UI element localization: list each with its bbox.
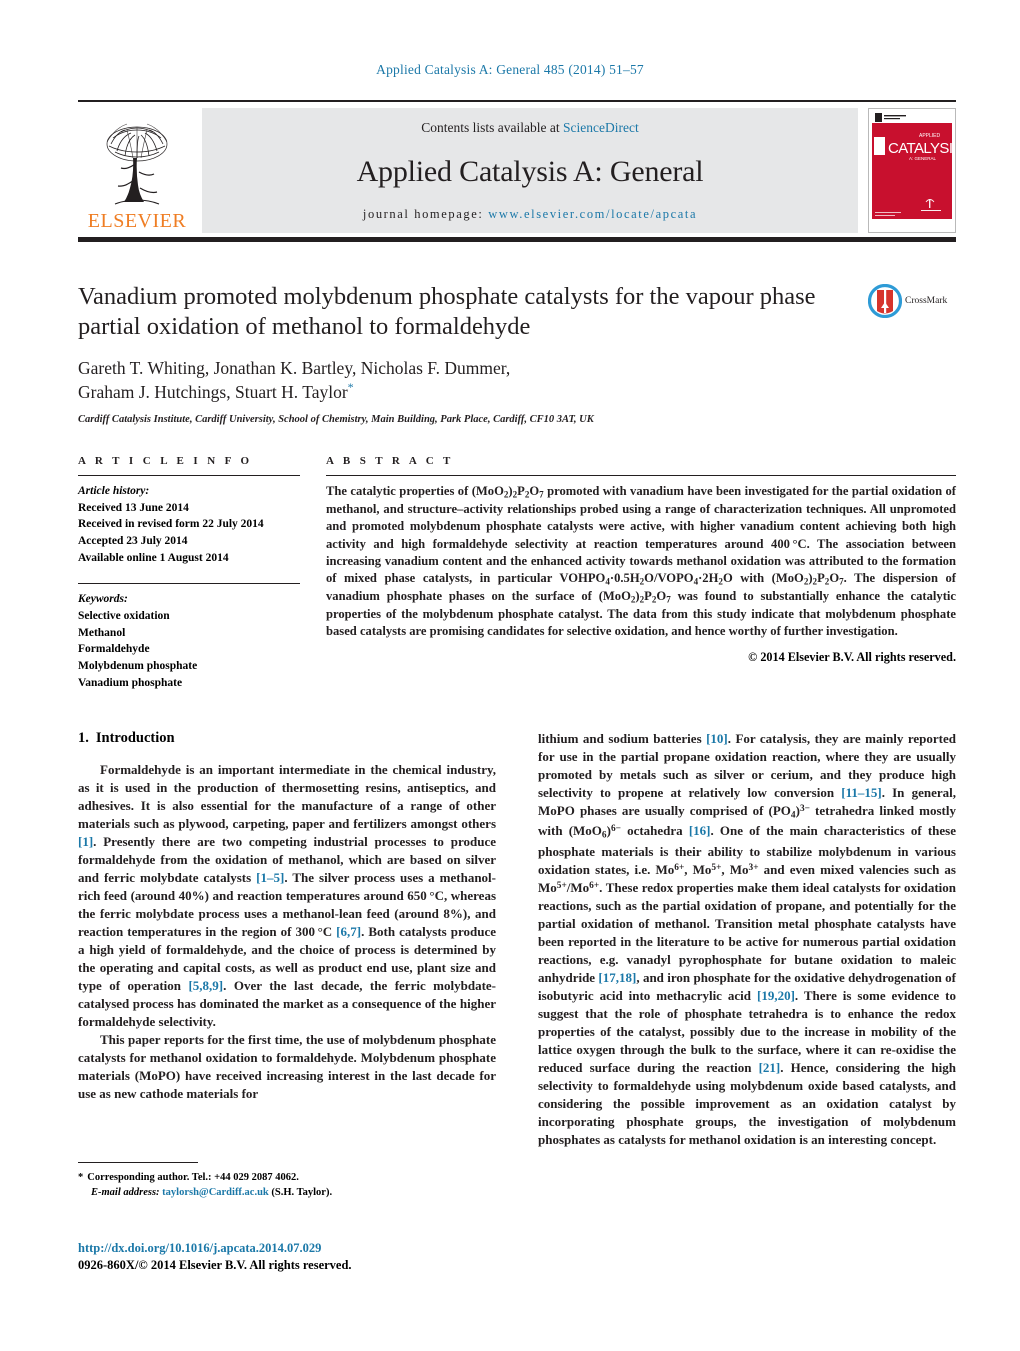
elsevier-wordmark: ELSEVIER bbox=[87, 210, 187, 232]
journal-cover-art: CATALYSIS APPLIED A: GENERAL bbox=[869, 109, 955, 232]
keyword-item: Formaldehyde bbox=[78, 643, 150, 656]
title-block: Vanadium promoted molybdenum phosphate c… bbox=[78, 282, 956, 425]
introduction-heading: 1. Introduction bbox=[78, 730, 496, 747]
history-item: Available online 1 August 2014 bbox=[78, 551, 229, 564]
svg-text:A: GENERAL: A: GENERAL bbox=[909, 156, 937, 161]
history-item: Received in revised form 22 July 2014 bbox=[78, 518, 264, 531]
article-info-rule-top bbox=[78, 475, 300, 476]
info-abstract-section: A R T I C L E I N F O Article history: R… bbox=[78, 455, 956, 691]
keyword-item: Molybdenum phosphate bbox=[78, 660, 198, 673]
keywords-title: Keywords: bbox=[78, 593, 128, 606]
article-page: Applied Catalysis A: General 485 (2014) … bbox=[0, 0, 1020, 1351]
citation-ref[interactable]: [10] bbox=[706, 731, 728, 746]
page-title: Vanadium promoted molybdenum phosphate c… bbox=[78, 283, 816, 340]
intro-paragraph-1: Formaldehyde is an important intermediat… bbox=[78, 762, 496, 1029]
citation-ref[interactable]: [21] bbox=[759, 1060, 781, 1075]
contents-prefix: Contents lists available at bbox=[421, 120, 563, 135]
abstract-column: A B S T R A C T The catalytic properties… bbox=[326, 455, 956, 691]
article-info-label: A R T I C L E I N F O bbox=[78, 455, 253, 467]
email-link[interactable]: taylorsh@Cardiff.ac.uk bbox=[162, 1187, 269, 1198]
abstract-text: The catalytic properties of (MoO2)2P2O7 … bbox=[326, 484, 956, 639]
history-item: Accepted 23 July 2014 bbox=[78, 535, 188, 548]
doi-link[interactable]: http://dx.doi.org/10.1016/j.apcata.2014.… bbox=[78, 1240, 508, 1257]
abstract-copyright: © 2014 Elsevier B.V. All rights reserved… bbox=[748, 649, 956, 664]
citation-ref[interactable]: [1–5] bbox=[256, 870, 284, 885]
email-owner: (S.H. Taylor). bbox=[271, 1187, 333, 1199]
corresponding-author-marker: * bbox=[347, 379, 354, 394]
crossmark-label: CrossMark bbox=[905, 296, 948, 306]
introduction-heading-title: Introduction bbox=[95, 730, 175, 746]
homepage-prefix: journal homepage: bbox=[362, 207, 489, 221]
abstract-rule-top bbox=[326, 475, 956, 476]
keyword-item: Methanol bbox=[78, 626, 126, 639]
citation-ref[interactable]: [6,7] bbox=[336, 924, 361, 939]
intro-paragraph-2: This paper reports for the first time, t… bbox=[78, 1032, 496, 1101]
abstract-label: A B S T R A C T bbox=[326, 455, 454, 467]
author-list: Gareth T. Whiting, Jonathan K. Bartley, … bbox=[78, 357, 956, 403]
elsevier-tree-icon bbox=[106, 123, 168, 205]
keyword-item: Vanadium phosphate bbox=[78, 676, 183, 689]
keywords-block: Keywords: Selective oxidation Methanol F… bbox=[78, 583, 300, 691]
email-label: E-mail address: bbox=[91, 1187, 160, 1199]
history-item: Received 13 June 2014 bbox=[78, 501, 189, 514]
citation-ref[interactable]: [16] bbox=[689, 823, 711, 838]
journal-title: Applied Catalysis A: General bbox=[356, 154, 704, 188]
journal-info-box: Contents lists available at ScienceDirec… bbox=[202, 108, 858, 233]
issn-copyright-line: 0926-860X/© 2014 Elsevier B.V. All right… bbox=[78, 1257, 352, 1272]
author-line-2-text: Graham J. Hutchings, Stuart H. Taylor bbox=[78, 381, 348, 402]
corresponding-author-note: * Corresponding author. Tel.: +44 029 208… bbox=[78, 1170, 496, 1185]
citation-ref[interactable]: [5,8,9] bbox=[188, 978, 223, 993]
journal-masthead: ELSEVIER Contents lists available at Sci… bbox=[78, 100, 956, 242]
body-column-left: 1. Introduction Formaldehyde is an import… bbox=[78, 730, 496, 1149]
citation-ref[interactable]: [1] bbox=[78, 834, 93, 849]
citation-ref[interactable]: [19,20] bbox=[757, 988, 795, 1003]
introduction-heading-number: 1. bbox=[78, 730, 89, 746]
elsevier-logo: ELSEVIER bbox=[78, 108, 196, 233]
keyword-item: Selective oxidation bbox=[78, 610, 170, 623]
body-columns: 1. Introduction Formaldehyde is an import… bbox=[78, 730, 956, 1149]
masthead-bottom-rule bbox=[78, 237, 956, 242]
footnote-star: * bbox=[78, 1172, 84, 1183]
footnote-rule bbox=[78, 1162, 198, 1163]
affiliation: Cardiff Catalysis Institute, Cardiff Uni… bbox=[78, 414, 594, 426]
article-info-column: A R T I C L E I N F O Article history: R… bbox=[78, 455, 326, 691]
author-line-1: Gareth T. Whiting, Jonathan K. Bartley, … bbox=[78, 357, 511, 378]
citation-ref[interactable]: [17,18] bbox=[598, 970, 636, 985]
citation-ref[interactable]: [11–15] bbox=[841, 785, 881, 800]
crossmark-icon bbox=[868, 284, 902, 318]
body-column-right: lithium and sodium batteries [10]. For c… bbox=[538, 730, 956, 1149]
homepage-url-link[interactable]: www.elsevier.com/locate/apcata bbox=[488, 207, 697, 221]
crossmark-badge[interactable]: CrossMark bbox=[868, 282, 956, 318]
svg-text:APPLIED: APPLIED bbox=[919, 133, 941, 139]
contents-available-line: Contents lists available at ScienceDirec… bbox=[421, 120, 638, 136]
svg-text:CATALYSIS: CATALYSIS bbox=[888, 140, 955, 157]
email-note: E-mail address: taylorsh@Cardiff.ac.uk (… bbox=[78, 1185, 496, 1200]
article-history-title: Article history: bbox=[78, 485, 150, 497]
journal-cover-image: CATALYSIS APPLIED A: GENERAL bbox=[868, 108, 956, 233]
footnote-block: * Corresponding author. Tel.: +44 029 208… bbox=[78, 1162, 496, 1200]
running-head: Applied Catalysis A: General 485 (2014) … bbox=[376, 62, 644, 77]
sciencedirect-link[interactable]: ScienceDirect bbox=[563, 120, 639, 135]
footer-block: http://dx.doi.org/10.1016/j.apcata.2014.… bbox=[78, 1240, 508, 1274]
corresponding-author-text: Corresponding author. Tel.: +44 029 2087… bbox=[87, 1172, 299, 1183]
journal-homepage-line: journal homepage: www.elsevier.com/locat… bbox=[363, 207, 697, 222]
keywords-rule bbox=[78, 583, 300, 585]
intro-paragraph-continued: lithium and sodium batteries [10]. For c… bbox=[538, 731, 957, 1147]
author-line-2: Graham J. Hutchings, Stuart H. Taylor* bbox=[78, 380, 956, 404]
